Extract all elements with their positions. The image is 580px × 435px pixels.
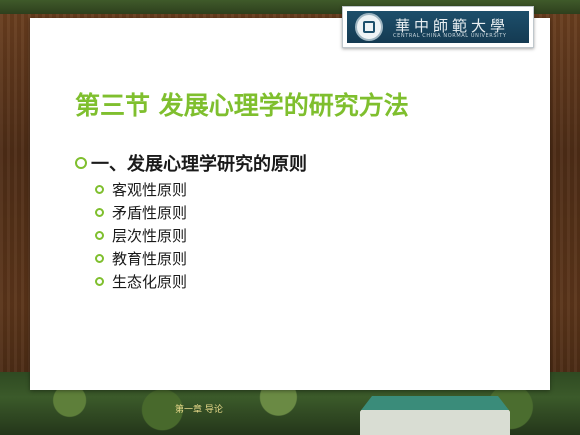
list-item-text: 层次性原则 (112, 227, 188, 245)
slide-title: 第三节 发展心理学的研究方法 (75, 91, 409, 120)
ring-bullet-icon (95, 185, 104, 194)
ring-bullet-icon (95, 254, 104, 263)
ring-bullet-icon (95, 231, 104, 240)
list-item-text: 教育性原则 (112, 250, 188, 268)
principles-list: 客观性原则 矛盾性原则 层次性原则 教育性原则 生态化原则 (95, 178, 187, 293)
logo-english-name: CENTRAL CHINA NORMAL UNIVERSITY (393, 33, 507, 39)
list-item: 矛盾性原则 (95, 201, 187, 224)
university-logo: 華中師範大學 CENTRAL CHINA NORMAL UNIVERSITY (342, 6, 534, 48)
ring-bullet-icon (95, 208, 104, 217)
university-seal-icon (355, 13, 383, 41)
logo-banner: 華中師範大學 CENTRAL CHINA NORMAL UNIVERSITY (347, 11, 529, 43)
footer-chapter-label: 第一章 导论 (175, 405, 223, 415)
list-item: 客观性原则 (95, 178, 187, 201)
list-item: 层次性原则 (95, 224, 187, 247)
list-item-text: 矛盾性原则 (112, 204, 188, 222)
ring-bullet-icon (95, 277, 104, 286)
list-item-text: 生态化原则 (112, 273, 188, 291)
list-item: 生态化原则 (95, 270, 187, 293)
campus-building (360, 396, 510, 435)
ring-bullet-icon (75, 157, 87, 169)
list-item: 教育性原则 (95, 247, 187, 270)
list-item-text: 客观性原则 (112, 181, 188, 199)
section-heading-text: 一、发展心理学研究的原则 (91, 154, 307, 175)
section-heading: 一、发展心理学研究的原则 (75, 150, 307, 176)
